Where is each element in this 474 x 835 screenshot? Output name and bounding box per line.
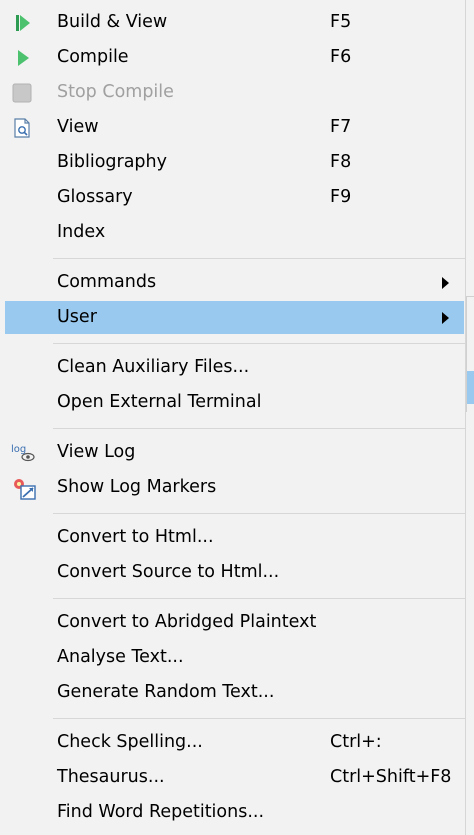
menu-item-show-log-markers[interactable]: Show Log Markers	[5, 471, 464, 504]
menu-item-label: Index	[57, 222, 106, 242]
menu-separator	[53, 598, 465, 599]
tools-menu: Build & View F5 Compile F6 Stop Compile	[0, 0, 465, 835]
menu-item-convert-source-to-html[interactable]: Convert Source to Html...	[5, 556, 464, 589]
menu-item-generate-random-text[interactable]: Generate Random Text...	[5, 676, 464, 709]
menu-item-label: Generate Random Text...	[57, 682, 275, 702]
menu-item-view-log[interactable]: log View Log	[5, 436, 464, 469]
menu-item-label: Thesaurus...	[57, 767, 165, 787]
menu-item-label: Analyse Text...	[57, 647, 184, 667]
menu-item-label: Convert to Html...	[57, 527, 214, 547]
menu-item-view[interactable]: View F7	[5, 111, 464, 144]
compile-icon	[11, 47, 33, 69]
menu-item-label: Compile	[57, 47, 129, 67]
menu-separator	[53, 513, 465, 514]
menu-item-label: User	[57, 307, 97, 327]
menu-item-shortcut: F7	[330, 117, 352, 137]
menu-item-user[interactable]: User	[5, 301, 464, 334]
menu-item-shortcut: F5	[330, 12, 352, 32]
menu-item-check-spelling[interactable]: Check Spelling... Ctrl+:	[5, 726, 464, 759]
menu-item-convert-to-html[interactable]: Convert to Html...	[5, 521, 464, 554]
menu-item-shortcut: Ctrl+:	[330, 732, 382, 752]
menu-item-index[interactable]: Index	[5, 216, 464, 249]
menu-item-clean-auxiliary-files[interactable]: Clean Auxiliary Files...	[5, 351, 464, 384]
menu-item-label: Build & View	[57, 12, 168, 32]
submenu-arrow-icon	[442, 312, 449, 324]
menu-item-find-word-repetitions[interactable]: Find Word Repetitions...	[5, 796, 464, 829]
menu-item-open-external-terminal[interactable]: Open External Terminal	[5, 386, 464, 419]
menu-item-shortcut: Ctrl+Shift+F8	[330, 767, 452, 787]
view-icon	[11, 117, 33, 139]
submenu-arrow-icon	[442, 277, 449, 289]
menu-item-label: Check Spelling...	[57, 732, 203, 752]
menu-item-label: Glossary	[57, 187, 133, 207]
menu-item-label: Open External Terminal	[57, 392, 262, 412]
menu-separator	[53, 428, 465, 429]
log-markers-icon	[11, 477, 36, 500]
menu-item-commands[interactable]: Commands	[5, 266, 464, 299]
menu-item-label: Convert Source to Html...	[57, 562, 280, 582]
menu-item-build-view[interactable]: Build & View F5	[5, 6, 464, 39]
menu-item-thesaurus[interactable]: Thesaurus... Ctrl+Shift+F8	[5, 761, 464, 794]
view-log-icon: log	[11, 442, 35, 464]
menu-separator	[53, 718, 465, 719]
menu-item-stop-compile[interactable]: Stop Compile	[5, 76, 464, 109]
menu-border	[465, 0, 466, 835]
menu-item-label: Convert to Abridged Plaintext	[57, 612, 317, 632]
menu-item-label: Clean Auxiliary Files...	[57, 357, 250, 377]
svg-text:log: log	[11, 444, 26, 455]
menu-item-shortcut: F6	[330, 47, 352, 67]
menu-item-label: Bibliography	[57, 152, 167, 172]
menu-item-shortcut: F9	[330, 187, 352, 207]
menu-item-label: View	[57, 117, 99, 137]
menu-separator	[53, 258, 465, 259]
menu-item-bibliography[interactable]: Bibliography F8	[5, 146, 464, 179]
menu-item-label: Stop Compile	[57, 82, 174, 102]
menu-item-label: Show Log Markers	[57, 477, 217, 497]
menu-item-label: Commands	[57, 272, 157, 292]
menu-item-analyse-text[interactable]: Analyse Text...	[5, 641, 464, 674]
menu-item-label: Find Word Repetitions...	[57, 802, 265, 822]
menu-item-label: View Log	[57, 442, 136, 462]
menu-item-glossary[interactable]: Glossary F9	[5, 181, 464, 214]
menu-separator	[53, 343, 465, 344]
stop-compile-icon	[11, 82, 33, 104]
menu-item-convert-to-abridged-plaintext[interactable]: Convert to Abridged Plaintext	[5, 606, 464, 639]
build-view-icon	[11, 12, 33, 34]
user-submenu-highlighted-item[interactable]	[467, 371, 474, 404]
menu-item-compile[interactable]: Compile F6	[5, 41, 464, 74]
menu-item-shortcut: F8	[330, 152, 352, 172]
